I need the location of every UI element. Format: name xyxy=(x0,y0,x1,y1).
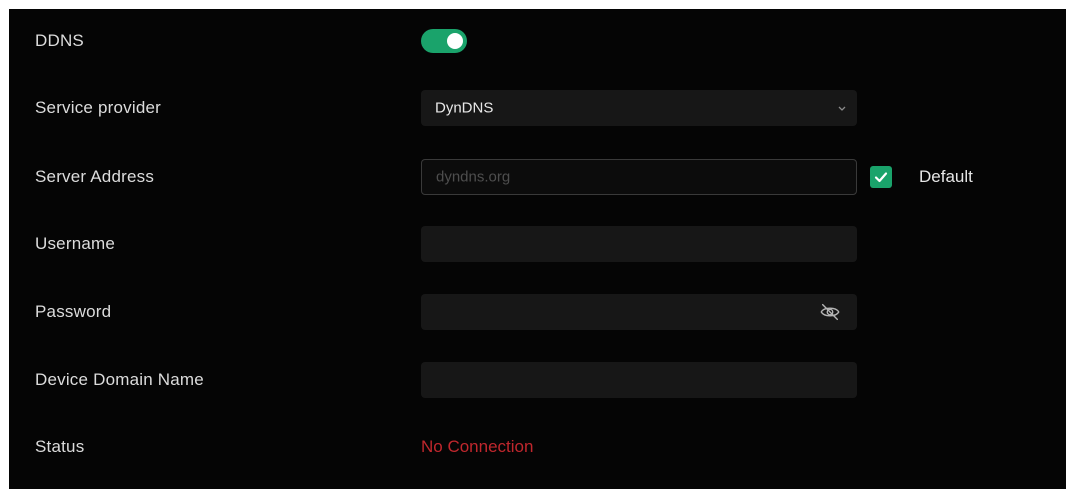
default-checkbox[interactable] xyxy=(870,166,892,188)
ddns-toggle[interactable] xyxy=(421,29,467,53)
username-field[interactable] xyxy=(421,226,857,262)
server-address-field[interactable]: dyndns.org xyxy=(421,159,857,195)
status-value: No Connection xyxy=(421,437,534,456)
device-domain-row: Device Domain Name xyxy=(9,360,1066,400)
service-provider-label: Service provider xyxy=(35,98,162,117)
device-domain-field[interactable] xyxy=(421,362,857,398)
chevron-down-icon xyxy=(838,106,846,111)
password-row: Password xyxy=(9,292,1066,332)
check-icon xyxy=(874,172,888,183)
username-label: Username xyxy=(35,234,116,253)
ddns-label: DDNS xyxy=(35,31,84,50)
username-row: Username xyxy=(9,224,1066,264)
status-label: Status xyxy=(35,437,85,456)
password-label: Password xyxy=(35,302,112,321)
default-checkbox-label: Default xyxy=(919,167,973,186)
service-provider-value: DynDNS xyxy=(435,99,494,117)
server-address-placeholder: dyndns.org xyxy=(436,168,511,186)
toggle-knob xyxy=(447,33,463,49)
ddns-row: DDNS xyxy=(9,21,1066,61)
device-domain-label: Device Domain Name xyxy=(35,370,204,389)
status-row: Status No Connection xyxy=(9,427,1066,467)
server-address-label: Server Address xyxy=(35,167,155,186)
ddns-settings-panel: DDNS Service provider DynDNS Server Addr… xyxy=(9,9,1066,489)
server-address-row: Server Address dyndns.org Default xyxy=(9,157,1066,197)
service-provider-select[interactable]: DynDNS xyxy=(421,90,857,126)
password-field[interactable] xyxy=(421,294,857,330)
service-provider-row: Service provider DynDNS xyxy=(9,88,1066,128)
eye-off-icon[interactable] xyxy=(819,301,841,323)
